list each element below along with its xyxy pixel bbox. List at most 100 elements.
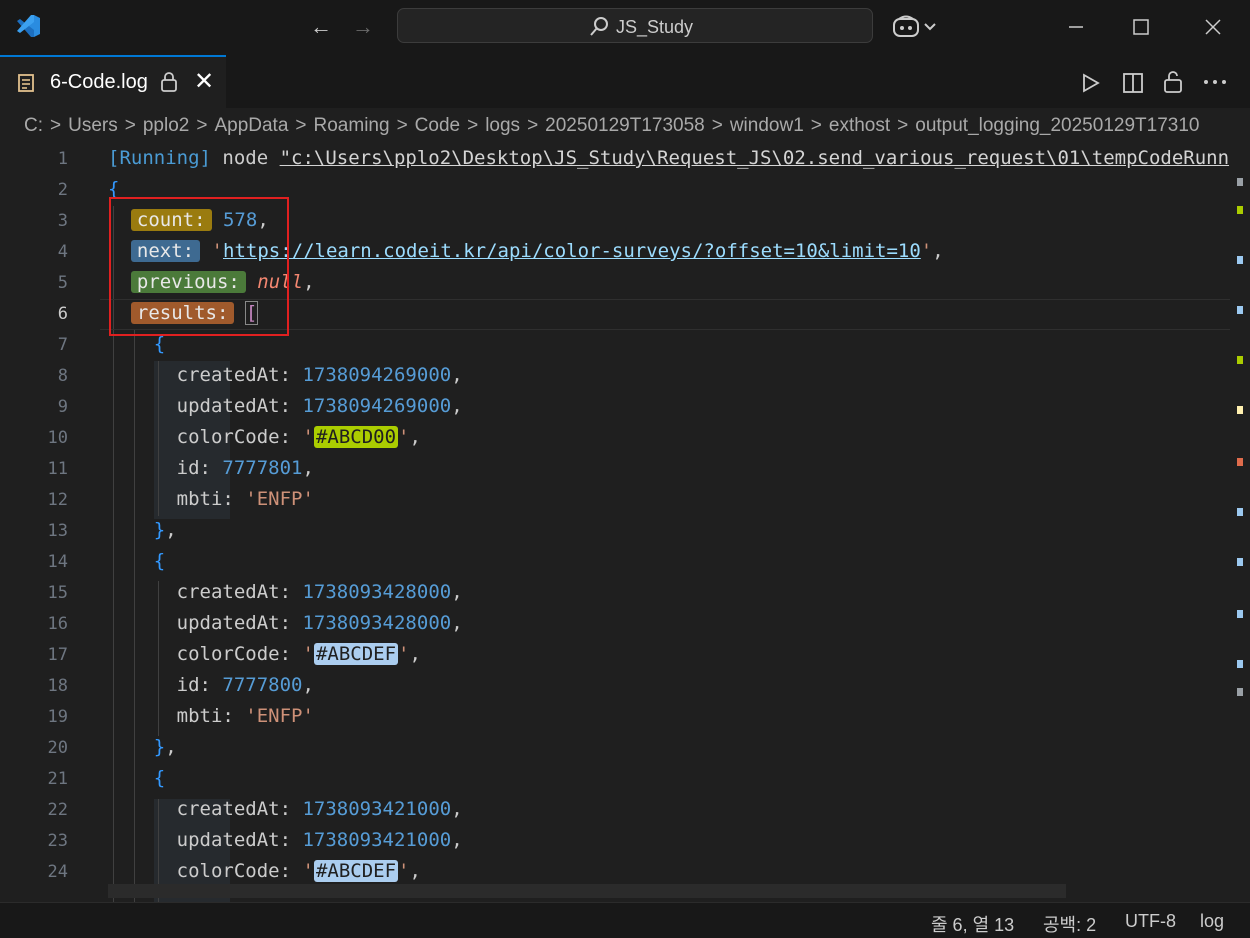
line-number: 7 <box>57 335 68 355</box>
mbti-label: mbti: <box>176 705 234 727</box>
line-number: 18 <box>47 676 68 696</box>
line-number: 15 <box>47 583 68 603</box>
status-bar: 줄 6, 열 13 공백: 2 UTF-8 log <box>0 902 1250 938</box>
breadcrumb-item[interactable]: window1 <box>730 115 804 136</box>
line-number-active: 6 <box>57 304 68 324</box>
overview-ruler-marker <box>1237 406 1243 414</box>
tab-bar: 6-Code.log ✕ <box>0 55 1250 109</box>
code-line: 15 createdAt: 1738093428000, <box>0 578 1230 609</box>
forward-button[interactable]: → <box>352 14 374 40</box>
close-window-button[interactable] <box>1198 12 1228 42</box>
chevron-right-icon: > <box>527 115 539 136</box>
tab-6-code-log[interactable]: 6-Code.log ✕ <box>0 55 226 108</box>
mbti-value: 'ENFP' <box>245 705 314 727</box>
color-code-value: #ABCDEF <box>313 860 399 882</box>
line-number: 8 <box>57 366 68 386</box>
updated-at-value: 1738094269000 <box>302 395 452 417</box>
id-label: id: <box>176 674 211 696</box>
run-command: node <box>210 147 280 169</box>
indentation[interactable]: 공백: 2 <box>1043 911 1096 937</box>
breadcrumb-item[interactable]: exthost <box>829 115 890 136</box>
overview-ruler-marker <box>1237 178 1243 186</box>
code-line: 13 }, <box>0 516 1230 547</box>
line-number: 5 <box>57 273 68 293</box>
id-value: 7777801 <box>222 457 303 479</box>
lock-icon <box>161 72 177 92</box>
tab-label: 6-Code.log <box>50 71 148 93</box>
chevron-right-icon: > <box>124 115 136 136</box>
chevron-right-icon: > <box>897 115 909 136</box>
minimize-button[interactable] <box>1061 12 1091 42</box>
breadcrumb-item[interactable]: Code <box>415 115 460 136</box>
color-code-label: colorCode: <box>176 426 292 448</box>
code-line: 18 id: 7777800, <box>0 671 1230 702</box>
overview-ruler-marker <box>1237 660 1243 668</box>
code-line: 14 { <box>0 547 1230 578</box>
breadcrumb-item[interactable]: output_logging_20250129T17310 <box>915 115 1199 136</box>
color-code-value: #ABCDEF <box>313 643 399 665</box>
run-path-link[interactable]: "c:\Users\pplo2\Desktop\JS_Study\Request… <box>280 147 1229 169</box>
updated-at-label: updatedAt: <box>176 395 292 417</box>
id-label: id: <box>176 457 211 479</box>
more-actions-icon[interactable] <box>1203 79 1227 85</box>
log-file-icon <box>18 74 34 92</box>
line-number: 23 <box>47 831 68 851</box>
chevron-right-icon: > <box>467 115 479 136</box>
encoding[interactable]: UTF-8 <box>1125 911 1176 932</box>
back-button[interactable]: ← <box>310 14 332 40</box>
maximize-button[interactable] <box>1126 12 1156 42</box>
split-editor-icon[interactable] <box>1122 72 1144 94</box>
annotation-highlight-box <box>109 197 289 336</box>
color-code-value: #ABCD00 <box>313 426 399 448</box>
breadcrumb-item[interactable]: C: <box>24 115 43 136</box>
line-number: 11 <box>47 459 68 479</box>
chevron-right-icon: > <box>50 115 62 136</box>
created-at-value: 1738094269000 <box>302 364 452 386</box>
language-mode[interactable]: log <box>1200 911 1224 932</box>
code-line: 1 [Running] node "c:\Users\pplo2\Desktop… <box>0 144 1230 175</box>
created-at-label: createdAt: <box>176 798 292 820</box>
color-code-label: colorCode: <box>176 860 292 882</box>
breadcrumb-item[interactable]: Users <box>68 115 118 136</box>
breadcrumb-item[interactable]: 20250129T173058 <box>545 115 705 136</box>
overview-ruler-marker <box>1237 206 1243 214</box>
updated-at-label: updatedAt: <box>176 829 292 851</box>
next-url-link[interactable]: https://learn.codeit.kr/api/color-survey… <box>223 240 921 262</box>
code-line: 11 id: 7777801, <box>0 454 1230 485</box>
line-number: 1 <box>57 149 68 169</box>
line-number: 3 <box>57 211 68 231</box>
breadcrumb-item[interactable]: Roaming <box>314 115 390 136</box>
updated-at-value: 1738093421000 <box>302 829 452 851</box>
tab-close-icon[interactable]: ✕ <box>194 70 214 94</box>
overview-ruler-marker <box>1237 306 1243 314</box>
mbti-value: 'ENFP' <box>245 488 314 510</box>
breadcrumb-item[interactable]: pplo2 <box>143 115 190 136</box>
copilot-icon[interactable] <box>892 14 942 40</box>
line-number: 13 <box>47 521 68 541</box>
line-number: 2 <box>57 180 68 200</box>
code-line: 22 createdAt: 1738093421000, <box>0 795 1230 826</box>
line-number: 22 <box>47 800 68 820</box>
title-bar: ← → JS_Study <box>0 0 1250 55</box>
created-at-value: 1738093421000 <box>302 798 452 820</box>
unlock-icon[interactable] <box>1162 70 1184 94</box>
line-number: 10 <box>47 428 68 448</box>
line-number: 17 <box>47 645 68 665</box>
search-icon <box>590 17 608 36</box>
horizontal-scrollbar[interactable] <box>108 884 1066 898</box>
line-number: 9 <box>57 397 68 417</box>
overview-ruler-marker <box>1237 356 1243 364</box>
vscode-logo-icon <box>17 15 40 37</box>
code-line: 8 createdAt: 1738094269000, <box>0 361 1230 392</box>
chevron-right-icon: > <box>196 115 208 136</box>
breadcrumb-item[interactable]: logs <box>485 115 520 136</box>
breadcrumb-item[interactable]: AppData <box>214 115 288 136</box>
command-center[interactable]: JS_Study <box>397 8 873 43</box>
id-value: 7777800 <box>222 674 303 696</box>
cursor-position[interactable]: 줄 6, 열 13 <box>931 911 1014 937</box>
run-icon[interactable] <box>1080 72 1102 94</box>
code-line: 9 updatedAt: 1738094269000, <box>0 392 1230 423</box>
overview-ruler-marker <box>1237 610 1243 618</box>
line-number: 4 <box>57 242 68 262</box>
line-number: 21 <box>47 769 68 789</box>
